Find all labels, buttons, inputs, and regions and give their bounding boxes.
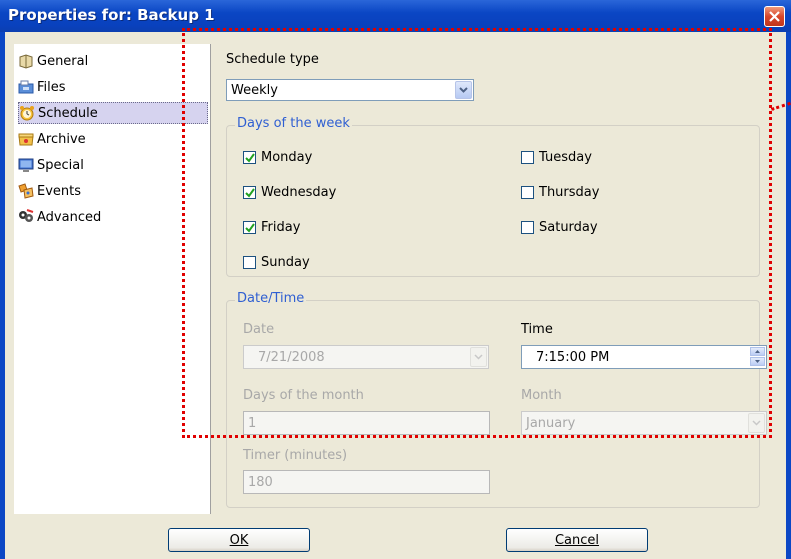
category-nav: General Files Schedule Archive Special E…	[14, 44, 211, 514]
checkmark-icon	[245, 188, 255, 198]
general-icon	[19, 54, 33, 69]
chevron-down-icon	[474, 354, 483, 360]
time-spinner[interactable]: 7:15:00 PM	[521, 345, 767, 369]
checkbox-saturday-box[interactable]	[521, 221, 534, 234]
date-dropdown-button[interactable]	[470, 347, 487, 367]
month-dropdown-button[interactable]	[748, 413, 765, 433]
date-time-title: Date/Time	[235, 291, 307, 306]
close-button[interactable]	[764, 6, 785, 27]
checkbox-sunday-label: Sunday	[261, 255, 310, 270]
checkbox-thursday[interactable]: Thursday	[521, 185, 599, 200]
files-icon	[18, 80, 34, 94]
checkmark-icon	[245, 153, 255, 163]
days-of-week-title: Days of the week	[235, 116, 352, 131]
advanced-icon	[19, 209, 34, 222]
nav-item-advanced[interactable]: Advanced	[18, 206, 208, 228]
checkbox-thursday-label: Thursday	[539, 185, 600, 200]
window-border-left	[0, 32, 5, 559]
spin-up-button[interactable]	[750, 347, 765, 356]
schedule-type-label: Schedule type	[226, 52, 319, 67]
checkbox-tuesday-box[interactable]	[521, 151, 534, 164]
month-select[interactable]: January	[521, 411, 767, 435]
properties-dialog: Properties for: Backup 1 General Files S…	[0, 0, 791, 559]
checkbox-tuesday[interactable]: Tuesday	[521, 150, 592, 165]
checkbox-friday[interactable]: Friday	[243, 220, 300, 235]
cancel-button[interactable]: Cancel	[506, 528, 648, 552]
ok-button[interactable]: OK	[168, 528, 310, 552]
alarm-clock-icon	[20, 106, 34, 121]
timer-label: Timer (minutes)	[243, 448, 348, 463]
nav-item-files[interactable]: Files	[18, 76, 208, 98]
checkbox-monday-box[interactable]	[243, 151, 256, 164]
time-value: 7:15:00 PM	[536, 350, 610, 365]
checkbox-thursday-box[interactable]	[521, 186, 534, 199]
checkbox-tuesday-label: Tuesday	[539, 150, 592, 165]
date-label: Date	[243, 322, 275, 337]
month-label: Month	[521, 388, 562, 403]
timer-value: 180	[248, 475, 273, 490]
checkbox-wednesday[interactable]: Wednesday	[243, 185, 336, 200]
nav-item-events[interactable]: Events	[18, 180, 208, 202]
spin-down-button[interactable]	[750, 357, 765, 366]
checkbox-saturday[interactable]: Saturday	[521, 220, 598, 235]
window-border-right	[786, 32, 791, 559]
nav-item-special[interactable]: Special	[18, 154, 208, 176]
checkbox-wednesday-box[interactable]	[243, 186, 256, 199]
checkbox-wednesday-label: Wednesday	[261, 185, 337, 200]
days-of-month-value: 1	[248, 416, 257, 431]
nav-item-general[interactable]: General	[18, 50, 208, 72]
arrow-down-icon	[755, 360, 760, 363]
chevron-down-icon	[459, 87, 468, 93]
events-icon	[18, 183, 34, 199]
chevron-down-icon	[752, 420, 761, 426]
window-title: Properties for: Backup 1	[8, 6, 215, 24]
nav-item-archive[interactable]: Archive	[18, 128, 208, 150]
title-bar[interactable]: Properties for: Backup 1	[0, 0, 791, 32]
nav-item-schedule[interactable]: Schedule	[18, 102, 208, 124]
time-label: Time	[521, 322, 553, 337]
schedule-type-value: Weekly	[231, 83, 278, 98]
date-value: 7/21/2008	[258, 350, 325, 365]
arrow-up-icon	[755, 350, 760, 353]
schedule-type-select[interactable]: Weekly	[226, 79, 474, 101]
archive-icon	[18, 133, 34, 146]
monitor-icon	[18, 158, 34, 172]
checkbox-friday-label: Friday	[261, 220, 301, 235]
dropdown-arrow-button[interactable]	[455, 81, 472, 99]
timer-input[interactable]: 180	[243, 470, 490, 494]
month-value: January	[526, 416, 576, 431]
checkbox-sunday[interactable]: Sunday	[243, 255, 310, 270]
checkbox-sunday-box[interactable]	[243, 256, 256, 269]
time-spin-buttons[interactable]	[750, 347, 765, 367]
checkbox-monday-label: Monday	[261, 150, 313, 165]
date-picker[interactable]: 7/21/2008	[243, 345, 489, 369]
days-of-month-label: Days of the month	[243, 388, 364, 403]
days-of-month-input[interactable]: 1	[243, 411, 490, 435]
checkbox-saturday-label: Saturday	[539, 220, 598, 235]
checkmark-icon	[245, 223, 255, 233]
close-icon	[769, 11, 780, 22]
checkbox-monday[interactable]: Monday	[243, 150, 312, 165]
checkbox-friday-box[interactable]	[243, 221, 256, 234]
